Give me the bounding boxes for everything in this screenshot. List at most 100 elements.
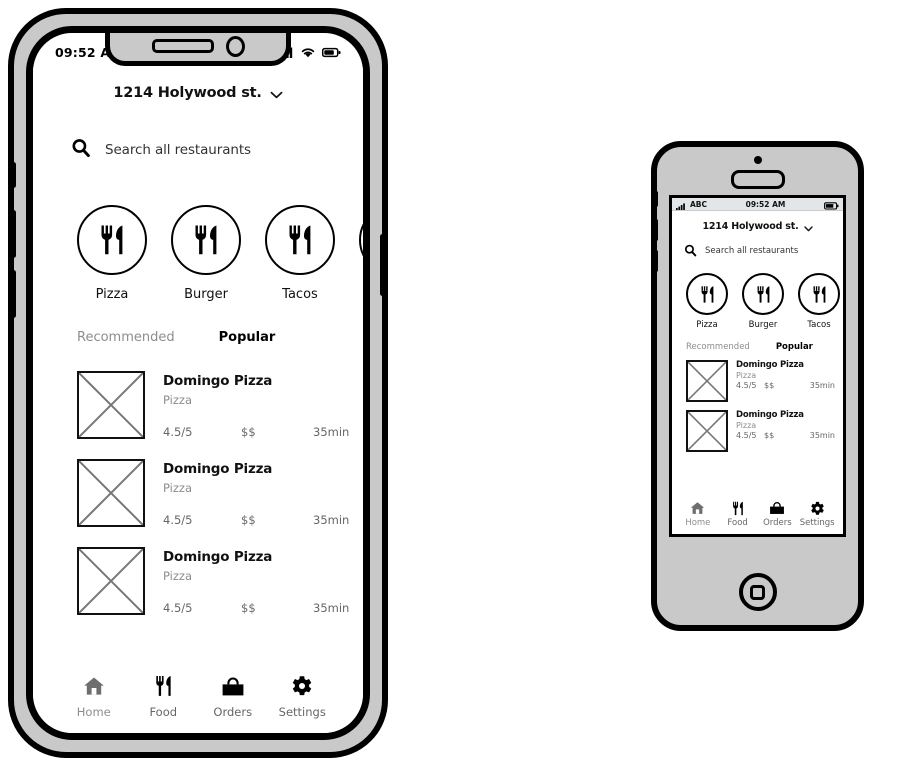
nav-item-orders[interactable]: Orders [758, 500, 798, 528]
restaurant-delivery-time: 35min [313, 513, 350, 527]
cutlery-icon [77, 205, 147, 275]
category-item-tacos[interactable]: Tacos [265, 205, 335, 302]
gear-icon [268, 674, 338, 698]
category-item-chinese[interactable]: Chin [359, 205, 363, 302]
nav-item-home[interactable]: Home [59, 674, 129, 719]
restaurant-image-placeholder [77, 459, 145, 527]
restaurant-card[interactable]: Domingo Pizza Pizza 4.5/5 $$ 35min [686, 410, 835, 452]
restaurant-meta: 4.5/5 $$ 35min [163, 601, 363, 615]
restaurant-rating: 4.5/5 [163, 513, 193, 527]
bottom-navigation-large[interactable]: Home Food Orders Settings [33, 674, 363, 719]
category-label: Burger [184, 287, 228, 302]
phone-screen-small: ABC 09:52 AM 1214 Holywood st. Search al… [669, 195, 846, 537]
category-item-burger[interactable]: Burger [742, 273, 784, 330]
house-icon [678, 500, 718, 516]
mute-switch-small[interactable] [654, 191, 658, 207]
nav-label: Food [727, 518, 748, 528]
chevron-down-icon [803, 217, 813, 236]
nav-label: Settings [799, 518, 835, 528]
address-label: 1214 Holywood st. [702, 220, 799, 232]
status-bar-small: ABC 09:52 AM [672, 198, 843, 211]
search-bar[interactable]: Search all restaurants [672, 243, 843, 259]
nav-label: Orders [213, 705, 253, 719]
earpiece-speaker-icon [730, 170, 785, 189]
power-button-large[interactable] [380, 234, 385, 296]
home-button-small[interactable] [738, 573, 777, 611]
restaurant-name: Domingo Pizza [163, 461, 273, 477]
nav-item-food[interactable]: Food [718, 500, 758, 528]
cutlery-icon [718, 500, 758, 516]
address-selector[interactable]: 1214 Holywood st. [33, 73, 363, 113]
search-input[interactable]: Search all restaurants [705, 246, 798, 256]
tab-recommended[interactable]: Recommended [77, 330, 175, 345]
category-item-tacos[interactable]: Tacos [798, 273, 840, 330]
category-carousel[interactable]: Pizza Burger Tacos [33, 205, 363, 302]
volume-up-button-large[interactable] [11, 210, 16, 258]
search-icon [71, 138, 91, 162]
restaurant-card[interactable]: Domingo Pizza Pizza 4.5/5 $$ 35min [686, 360, 835, 402]
category-carousel[interactable]: Pizza Burger Tacos [672, 273, 843, 330]
battery-icon [824, 198, 839, 214]
tab-popular[interactable]: Popular [219, 330, 276, 345]
volume-down-button-large[interactable] [11, 270, 16, 318]
restaurant-card[interactable]: Domingo Pizza Pizza 4.5/5 $$ 35min [77, 547, 363, 615]
volume-down-button-small[interactable] [654, 250, 658, 272]
house-icon [59, 674, 129, 698]
category-label: Chin [359, 287, 363, 302]
restaurant-meta: 4.5/5 $$ 35min [163, 425, 363, 439]
restaurant-rating: 4.5/5 [163, 425, 193, 439]
app-content-large: 1214 Holywood st. Search all restaurants [33, 67, 363, 733]
list-tabs[interactable]: Recommended Popular [672, 342, 843, 352]
restaurant-image-placeholder [686, 410, 728, 452]
mute-switch-large[interactable] [11, 162, 16, 188]
restaurant-category: Pizza [163, 393, 192, 407]
restaurant-list: Domingo Pizza Pizza 4.5/5 $$ 35min Domin… [33, 371, 363, 615]
nav-label: Food [149, 705, 178, 719]
restaurant-image-placeholder [77, 547, 145, 615]
volume-up-button-small[interactable] [654, 219, 658, 241]
restaurant-name: Domingo Pizza [736, 360, 804, 370]
restaurant-card[interactable]: Domingo Pizza Pizza 4.5/5 $$ 35min [77, 459, 363, 527]
nav-item-orders[interactable]: Orders [198, 674, 268, 719]
search-bar[interactable]: Search all restaurants [33, 137, 363, 163]
restaurant-image-placeholder [77, 371, 145, 439]
restaurant-name: Domingo Pizza [163, 549, 273, 565]
restaurant-price: $$ [764, 431, 775, 440]
nav-item-home[interactable]: Home [678, 500, 718, 528]
gear-icon [797, 500, 837, 516]
restaurant-meta: 4.5/5 $$ 35min [736, 431, 835, 440]
tab-popular[interactable]: Popular [776, 342, 813, 352]
restaurant-card[interactable]: Domingo Pizza Pizza 4.5/5 $$ 35min [77, 371, 363, 439]
category-label: Pizza [696, 320, 718, 330]
phone-device-large: 09:52 AM 1214 Holywood st. Search all re… [8, 8, 388, 758]
restaurant-delivery-time: 35min [313, 425, 350, 439]
cutlery-icon [798, 273, 840, 315]
category-item-pizza[interactable]: Pizza [77, 205, 147, 302]
list-tabs[interactable]: Recommended Popular [33, 330, 363, 345]
cutlery-icon [686, 273, 728, 315]
address-selector[interactable]: 1214 Holywood st. [672, 215, 843, 237]
restaurant-rating: 4.5/5 [163, 601, 193, 615]
category-label: Burger [748, 320, 778, 330]
cutlery-icon [265, 205, 335, 275]
nav-label: Home [76, 705, 111, 719]
restaurant-price: $$ [241, 513, 256, 527]
restaurant-name: Domingo Pizza [736, 410, 804, 420]
category-item-burger[interactable]: Burger [171, 205, 241, 302]
signal-bars-icon [676, 198, 687, 214]
status-time: 09:52 AM [745, 199, 786, 209]
category-item-pizza[interactable]: Pizza [686, 273, 728, 330]
search-input[interactable]: Search all restaurants [105, 142, 251, 158]
bag-icon [758, 500, 798, 516]
nav-item-settings[interactable]: Settings [268, 674, 338, 719]
tab-recommended[interactable]: Recommended [686, 342, 750, 352]
bottom-navigation-small[interactable]: Home Food Orders Settings [672, 500, 843, 528]
nav-item-food[interactable]: Food [129, 674, 199, 719]
bag-icon [198, 674, 268, 698]
cutlery-icon [359, 205, 363, 275]
nav-item-settings[interactable]: Settings [797, 500, 837, 528]
power-button-small[interactable] [802, 142, 824, 147]
restaurant-price: $$ [241, 425, 256, 439]
restaurant-delivery-time: 35min [313, 601, 350, 615]
restaurant-rating: 4.5/5 [736, 381, 757, 390]
